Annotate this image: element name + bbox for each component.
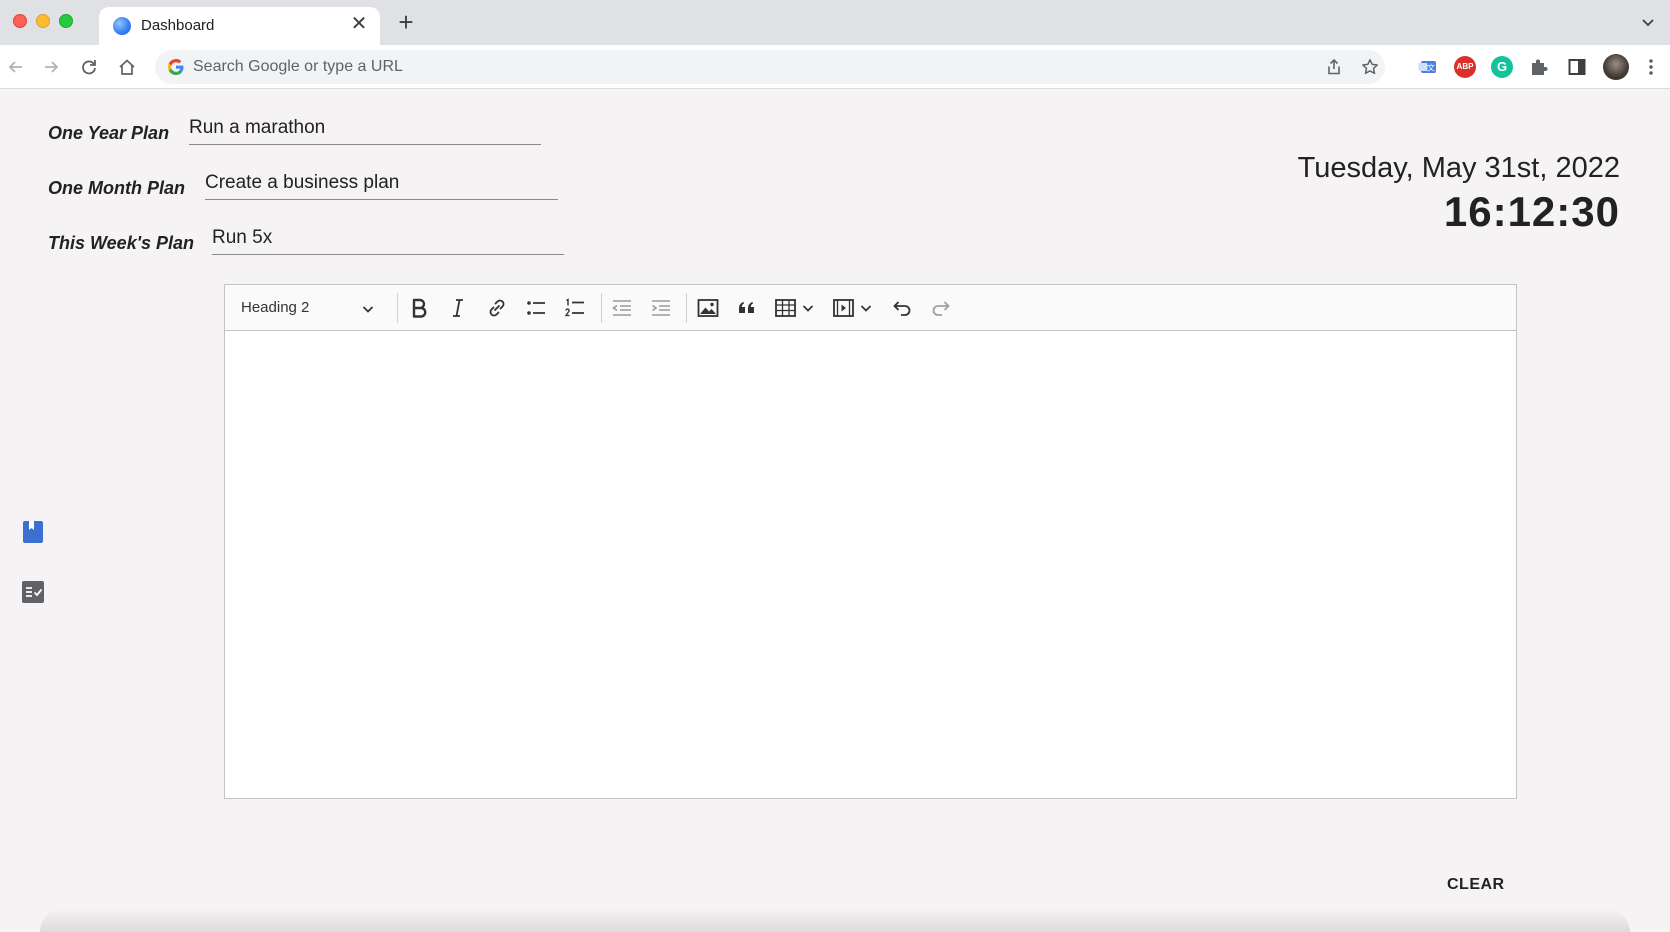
redo-icon <box>932 301 950 316</box>
tab-close-icon[interactable]: ✕ <box>348 13 370 35</box>
bookmark-star-icon[interactable] <box>1361 58 1379 76</box>
more-vert-icon[interactable] <box>1642 56 1660 78</box>
indent-icon <box>652 300 670 316</box>
italic-icon <box>453 299 463 317</box>
translate-icon[interactable]: 文 <box>1417 56 1439 78</box>
adblock-icon[interactable]: ABP <box>1454 56 1476 78</box>
bold-button[interactable] <box>406 295 432 321</box>
journal-book-icon[interactable] <box>21 520 45 544</box>
insert-media-button[interactable] <box>831 295 875 321</box>
clear-button[interactable]: CLEAR <box>1447 876 1505 894</box>
italic-button[interactable] <box>445 295 471 321</box>
one-year-plan-input[interactable] <box>189 115 541 145</box>
table-icon <box>775 299 796 317</box>
google-g-icon <box>168 59 184 75</box>
numbered-list-icon <box>564 298 584 317</box>
quote-icon <box>739 302 754 313</box>
window-minimize-button[interactable] <box>36 14 50 28</box>
browser-toolbar: Search Google or type a URL 文 ABP G <box>0 45 1670 89</box>
profile-avatar[interactable] <box>1603 54 1629 80</box>
numbered-list-button[interactable] <box>562 295 588 321</box>
window-maximize-button[interactable] <box>59 14 73 28</box>
browser-titlebar: Dashboard ✕ + <box>0 0 1670 45</box>
address-bar[interactable]: Search Google or type a URL <box>155 50 1385 84</box>
current-time: 16:12:30 <box>1443 188 1620 235</box>
link-button[interactable] <box>484 295 510 321</box>
this-week-plan-input[interactable] <box>212 225 564 255</box>
address-bar-placeholder: Search Google or type a URL <box>193 58 403 75</box>
toolbar-separator <box>397 293 398 323</box>
image-icon <box>697 299 719 317</box>
outdent-button[interactable] <box>609 295 635 321</box>
chevron-down-icon <box>860 305 872 312</box>
link-icon <box>489 299 505 317</box>
sidebar-icon[interactable] <box>1566 56 1588 78</box>
bulleted-list-icon <box>527 301 545 315</box>
this-week-plan-label: This Week's Plan <box>48 233 195 253</box>
chevron-down-icon[interactable] <box>1640 14 1656 30</box>
bulleted-list-button[interactable] <box>523 295 549 321</box>
chevron-down-icon <box>802 305 814 312</box>
redo-button[interactable] <box>928 295 954 321</box>
insert-table-button[interactable] <box>773 295 817 321</box>
browser-tab-dashboard[interactable]: Dashboard ✕ <box>99 7 380 45</box>
undo-icon <box>893 301 911 316</box>
tab-title: Dashboard <box>141 17 215 34</box>
toolbar-separator <box>686 293 687 323</box>
puzzle-icon[interactable] <box>1528 56 1550 78</box>
home-icon[interactable] <box>117 57 137 77</box>
new-tab-button[interactable]: + <box>393 9 419 36</box>
window-close-button[interactable] <box>13 14 27 28</box>
share-icon[interactable] <box>1325 58 1343 76</box>
globe-icon <box>113 17 131 35</box>
svg-text:文: 文 <box>1427 63 1435 73</box>
block-quote-button[interactable] <box>734 295 760 321</box>
insert-image-button[interactable] <box>695 295 721 321</box>
one-year-plan-label: One Year Plan <box>48 123 170 143</box>
bold-icon <box>412 298 427 318</box>
editor-content-area[interactable] <box>225 331 1516 798</box>
footer-shadow <box>40 908 1630 932</box>
heading-dropdown[interactable]: Heading 2 <box>231 292 381 324</box>
current-date: Tuesday, May 31st, 2022 <box>1297 152 1620 184</box>
rich-text-editor: Heading 2 <box>224 284 1517 799</box>
toolbar-separator <box>601 293 602 323</box>
one-month-plan-input[interactable] <box>205 170 558 200</box>
back-arrow-icon[interactable] <box>6 57 26 77</box>
checklist-icon[interactable] <box>21 580 45 604</box>
grammarly-icon[interactable]: G <box>1491 56 1513 78</box>
indent-button[interactable] <box>648 295 674 321</box>
reload-icon[interactable] <box>79 57 99 77</box>
media-icon <box>833 299 854 317</box>
chevron-down-icon <box>362 306 374 313</box>
heading-dropdown-label: Heading 2 <box>241 299 310 316</box>
editor-toolbar: Heading 2 <box>225 285 1516 331</box>
forward-arrow-icon[interactable] <box>41 57 61 77</box>
outdent-icon <box>612 300 631 316</box>
undo-button[interactable] <box>889 295 915 321</box>
one-month-plan-label: One Month Plan <box>48 178 185 198</box>
